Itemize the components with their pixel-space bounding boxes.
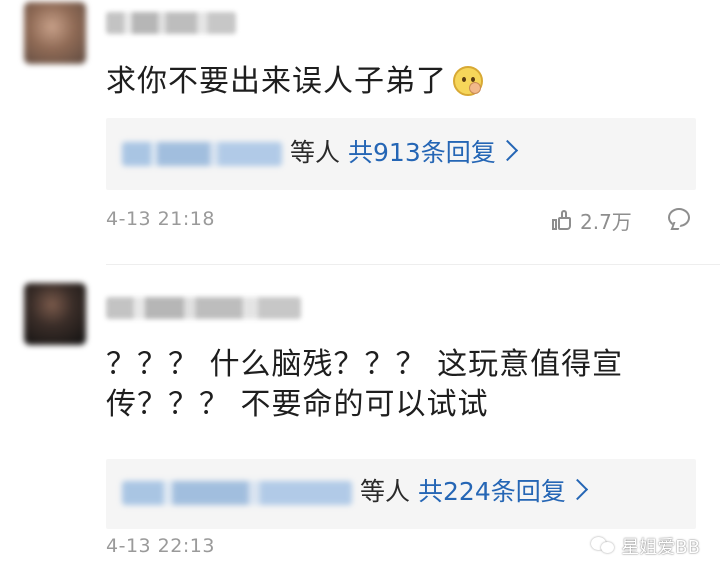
avatar[interactable] xyxy=(24,2,86,64)
like-button[interactable]: 2.7万 xyxy=(552,207,632,234)
comment-text: ？？？ 什么脑残？？？ 这玩意值得宣传？？？ 不要命的可以试试 xyxy=(106,347,624,422)
reply-summary[interactable]: 等人 共224条回复 xyxy=(360,477,588,507)
reply-summary[interactable]: 等人 共913条回复 xyxy=(290,138,518,168)
repliers-suffix: 等人 xyxy=(290,138,341,167)
chevron-right-icon xyxy=(566,478,588,501)
smirk-emoji-icon xyxy=(453,66,483,96)
replies-box[interactable]: 等人 共913条回复 xyxy=(106,118,696,190)
like-count: 2.7万 xyxy=(580,209,632,234)
thumbs-up-icon xyxy=(552,209,572,231)
replier-names-blurred xyxy=(122,481,352,505)
reply-count-link[interactable]: 共913条回复 xyxy=(348,138,496,167)
comment-text: 求你不要出来误人子弟了 xyxy=(106,62,483,102)
username-blurred[interactable] xyxy=(106,12,236,34)
comment-text-content: 求你不要出来误人子弟了 xyxy=(106,64,447,99)
watermark-text: 星姐爱BB xyxy=(621,537,700,558)
replier-names-blurred xyxy=(122,142,282,166)
watermark: 星姐爱BB xyxy=(591,533,700,559)
avatar[interactable] xyxy=(24,283,86,345)
replies-box[interactable]: 等人 共224条回复 xyxy=(106,459,696,529)
repliers-suffix: 等人 xyxy=(360,477,411,506)
comment-bubble-icon[interactable] xyxy=(668,208,690,227)
comment-item: 求你不要出来误人子弟了 等人 共913条回复 4-13 21:18 2.7万 xyxy=(0,0,720,264)
reply-count-link[interactable]: 共224条回复 xyxy=(418,477,566,506)
username-blurred[interactable] xyxy=(106,297,301,319)
chevron-right-icon xyxy=(496,139,518,162)
wechat-icon xyxy=(591,537,615,555)
comment-timestamp: 4-13 22:13 xyxy=(106,535,215,557)
comment-timestamp: 4-13 21:18 xyxy=(106,208,215,230)
